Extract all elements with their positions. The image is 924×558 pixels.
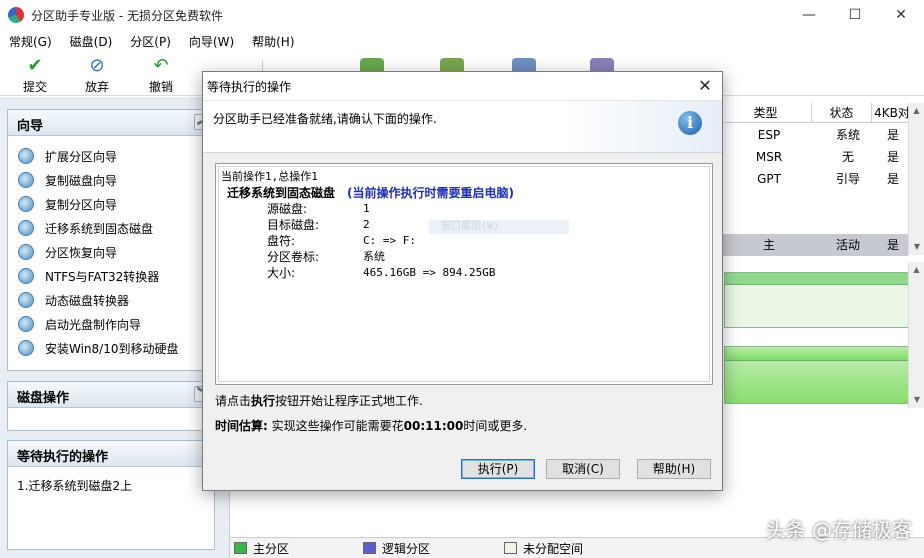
- wizard-panel: 向导 ︽ 扩展分区向导 复制磁盘向导 复制分区向导 迁移系统到固态磁盘 分区恢复…: [7, 109, 215, 371]
- windows-to-go-icon: [18, 340, 34, 356]
- pending-list: 1.迁移系统到磁盘2上: [8, 467, 214, 504]
- dialog-close-icon[interactable]: ✕: [696, 76, 714, 96]
- pending-panel-title: 等待执行的操作: [17, 450, 109, 465]
- disk-1-bar[interactable]: [724, 272, 916, 328]
- copy-partition-icon: [18, 196, 34, 212]
- commit-button[interactable]: ✔ 提交: [10, 56, 60, 95]
- execute-button[interactable]: 执行(P): [461, 459, 535, 479]
- disk-ops-panel-title: 磁盘操作: [17, 391, 70, 406]
- discard-button[interactable]: ⊘ 放弃: [72, 56, 122, 95]
- menu-help[interactable]: 帮助(H): [243, 33, 303, 50]
- minimize-button[interactable]: —: [786, 0, 832, 30]
- boot-disc-icon: [18, 316, 34, 332]
- sidebar: 向导 ︽ 扩展分区向导 复制磁盘向导 复制分区向导 迁移系统到固态磁盘 分区恢复…: [0, 97, 230, 558]
- disk-ops-panel: 磁盘操作 ︾: [7, 381, 215, 431]
- help-button[interactable]: 帮助(H): [637, 459, 711, 479]
- dynamic-disk-icon: [18, 292, 34, 308]
- title-bar: 分区助手专业版 - 无损分区免费软件 — ☐ ✕: [0, 0, 924, 30]
- wizard-panel-title: 向导: [17, 119, 44, 134]
- detail-source-disk: 源磁盘: 1: [267, 202, 370, 216]
- partition-grid-header: 类型 状态 4KB对齐: [720, 103, 924, 123]
- disk-map: [720, 262, 924, 530]
- wizard-item-extend-partition[interactable]: 扩展分区向导: [8, 144, 214, 168]
- pending-operations-dialog: 等待执行的操作 ✕ 分区助手已经准备就绪,请确认下面的操作. i 当前操作1,总…: [202, 71, 723, 491]
- migrate-os-icon: [18, 220, 34, 236]
- disk-ops-panel-header: 磁盘操作 ︾: [8, 382, 214, 408]
- pending-item[interactable]: 1.迁移系统到磁盘2上: [17, 477, 205, 494]
- operation-title: 迁移系统到固态磁盘 (当前操作执行时需要重启电脑): [227, 186, 514, 200]
- legend-logical: 逻辑分区: [363, 540, 430, 557]
- partition-recovery-icon: [18, 244, 34, 260]
- primary-swatch: [234, 542, 247, 554]
- ntfs-fat32-icon: [18, 268, 34, 284]
- menu-disk[interactable]: 磁盘(D): [61, 33, 122, 50]
- disk-2-partition[interactable]: [725, 347, 915, 361]
- detail-volume-label: 分区卷标: 系统: [267, 250, 385, 264]
- wizard-item-migrate-os[interactable]: 迁移系统到固态磁盘: [8, 216, 214, 240]
- disk-2-partition-body[interactable]: [725, 361, 915, 403]
- disk-2-bar[interactable]: [724, 346, 916, 404]
- operation-details-box: 当前操作1,总操作1 迁移系统到固态磁盘 (当前操作执行时需要重启电脑) 源磁盘:…: [215, 163, 713, 385]
- menu-bar: 常规(G) 磁盘(D) 分区(P) 向导(W) 帮助(H): [0, 30, 924, 52]
- column-status[interactable]: 状态: [812, 103, 872, 122]
- undo-button[interactable]: ↶ 撤销: [136, 56, 186, 95]
- discard-icon: ⊘: [89, 55, 105, 76]
- scroll-down-icon[interactable]: ▼: [909, 239, 924, 255]
- detail-size: 大小: 465.16GB => 894.25GB: [267, 266, 496, 280]
- discard-label: 放弃: [84, 80, 109, 94]
- wizard-item-partition-recovery[interactable]: 分区恢复向导: [8, 240, 214, 264]
- unallocated-swatch: [504, 542, 518, 554]
- pending-panel: 等待执行的操作 1.迁移系统到磁盘2上: [7, 440, 215, 550]
- logical-swatch: [363, 542, 377, 554]
- detail-drive-letter: 盘符: C: => F:: [267, 234, 416, 248]
- legend-primary: 主分区: [234, 540, 289, 557]
- reboot-warning: (当前操作执行时需要重启电脑): [347, 186, 514, 200]
- cancel-button[interactable]: 取消(C): [546, 459, 620, 479]
- disk-map-scrollbar[interactable]: ▲ ▼: [908, 262, 924, 408]
- wizard-item-win-to-go[interactable]: 安装Win8/10到移动硬盘: [8, 336, 214, 360]
- wizard-item-ntfs-fat32[interactable]: NTFS与FAT32转换器: [8, 264, 214, 288]
- wizard-item-boot-disc[interactable]: 启动光盘制作向导: [8, 312, 214, 336]
- window-title: 分区助手专业版 - 无损分区免费软件: [31, 8, 223, 23]
- menu-partition[interactable]: 分区(P): [121, 33, 180, 50]
- screenshot-overlay-hint: 窗口截图(W): [429, 220, 569, 234]
- dialog-banner: 分区助手已经准备就绪,请确认下面的操作. i: [203, 101, 722, 153]
- wizard-item-dynamic-disk[interactable]: 动态磁盘转换器: [8, 288, 214, 312]
- wizard-panel-header: 向导 ︽: [8, 110, 214, 136]
- checkmark-icon: ✔: [27, 55, 43, 76]
- dialog-message: 分区助手已经准备就绪,请确认下面的操作.: [213, 112, 437, 126]
- table-row[interactable]: MSR 无 是: [720, 146, 908, 168]
- undo-label: 撤销: [148, 80, 173, 94]
- execute-instruction: 请点击执行按钮开始让程序正式地工作.: [215, 394, 423, 408]
- maximize-button[interactable]: ☐: [832, 0, 878, 30]
- table-row[interactable]: ESP 系统 是: [720, 124, 908, 146]
- column-type[interactable]: 类型: [720, 103, 812, 122]
- wizard-item-copy-disk[interactable]: 复制磁盘向导: [8, 168, 214, 192]
- copy-disk-icon: [18, 172, 34, 188]
- legend-unallocated: 未分配空间: [504, 540, 583, 557]
- time-estimate: 时间估算: 实现这些操作可能需要花00:11:00时间或更多.: [215, 419, 528, 433]
- operation-counter: 当前操作1,总操作1: [221, 170, 318, 183]
- scroll-up-icon[interactable]: ▲: [909, 103, 924, 119]
- table-row-selected[interactable]: 主 活动 是: [720, 234, 908, 256]
- close-button[interactable]: ✕: [878, 0, 924, 30]
- dialog-title: 等待执行的操作: [207, 79, 292, 94]
- menu-general[interactable]: 常规(G): [0, 33, 61, 50]
- window-controls: — ☐ ✕: [786, 0, 924, 30]
- grid-scrollbar[interactable]: ▲ ▼: [908, 103, 924, 255]
- scroll-down-icon[interactable]: ▼: [909, 392, 924, 408]
- watermark: 头条 @存储极客: [765, 518, 912, 542]
- disk-1-partition[interactable]: [725, 273, 915, 285]
- info-icon: i: [678, 111, 702, 135]
- menu-wizard[interactable]: 向导(W): [180, 33, 243, 50]
- commit-label: 提交: [22, 80, 47, 94]
- scroll-up-icon[interactable]: ▲: [909, 262, 924, 278]
- table-row[interactable]: GPT 引导 是: [720, 168, 908, 190]
- extend-partition-icon: [18, 148, 34, 164]
- dialog-title-bar: 等待执行的操作 ✕: [203, 72, 722, 101]
- wizard-item-copy-partition[interactable]: 复制分区向导: [8, 192, 214, 216]
- pending-panel-header: 等待执行的操作: [8, 441, 214, 467]
- app-logo-icon: [8, 7, 24, 23]
- undo-icon: ↶: [153, 55, 169, 76]
